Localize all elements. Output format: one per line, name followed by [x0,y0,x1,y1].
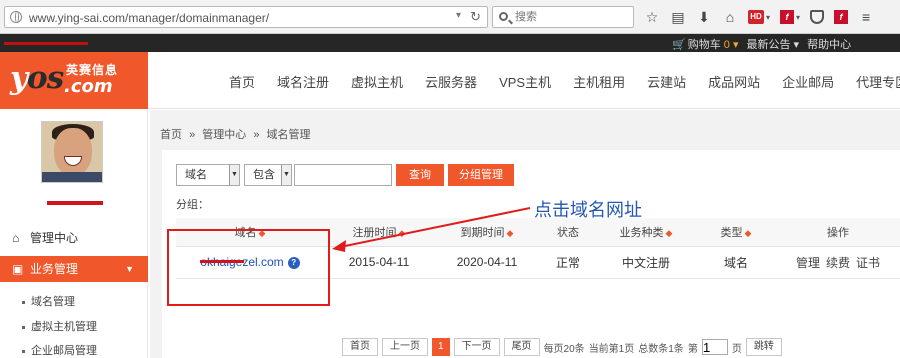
annotation-arrow-line [339,207,531,248]
annotation-arrow-head [332,240,346,252]
annotation-arrow [332,207,531,252]
annotation-caption: 点击域名网址 [534,200,642,221]
